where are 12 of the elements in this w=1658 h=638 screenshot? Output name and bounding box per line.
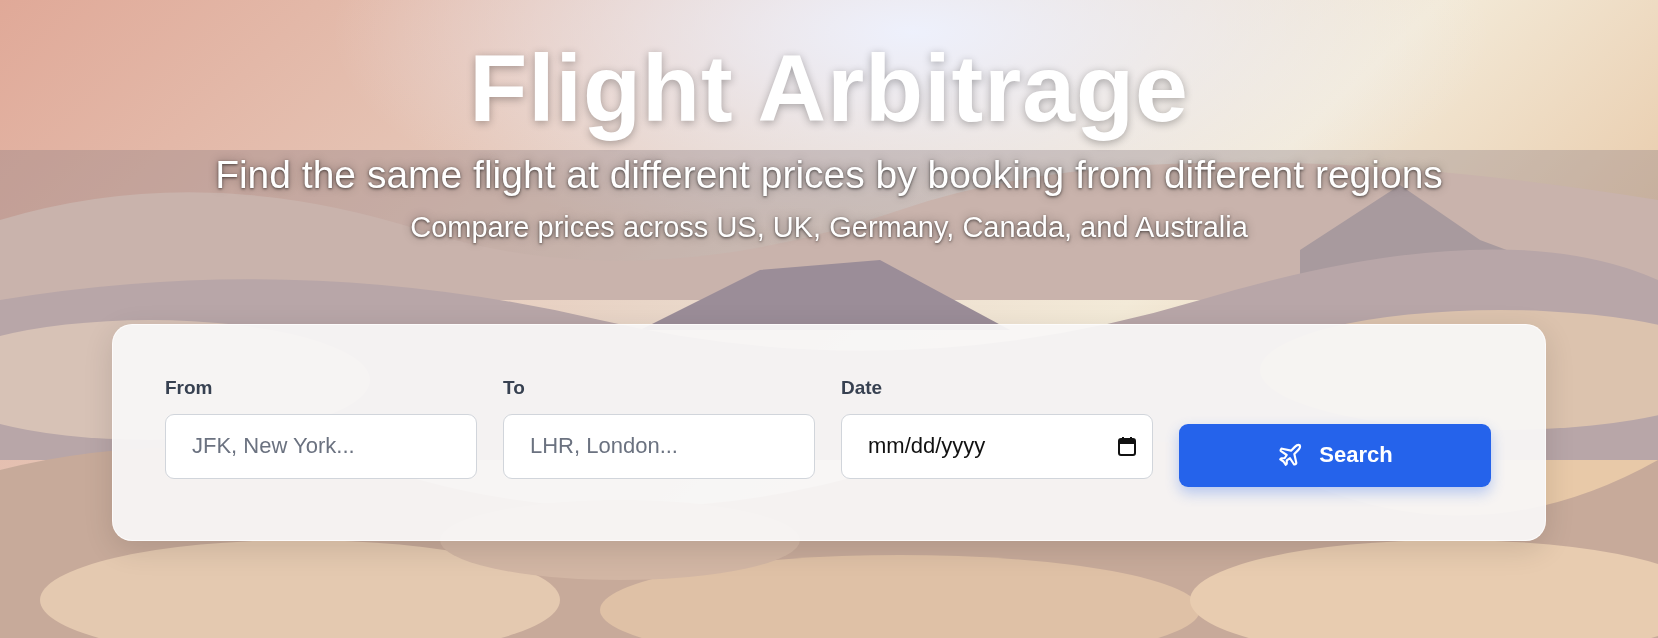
calendar-icon[interactable] [1117,435,1137,457]
date-field[interactable]: mm/dd/yyyy [841,413,1153,479]
field-label: To [503,376,525,399]
page-title: Flight Arbitrage [469,36,1189,141]
field-label: Date [841,376,883,399]
region-note: Compare prices across US, UK, Germany, Canada, and Australia [410,210,1248,244]
airplane-icon [1277,442,1304,468]
subtitle: Find the same flight at different prices by booking from different regions [215,152,1443,197]
search-button[interactable]: Search [1179,423,1491,487]
input-field[interactable]: LHR, London... [503,413,815,479]
field-label: From [165,376,213,399]
input-field[interactable]: JFK, New York... [165,413,477,479]
